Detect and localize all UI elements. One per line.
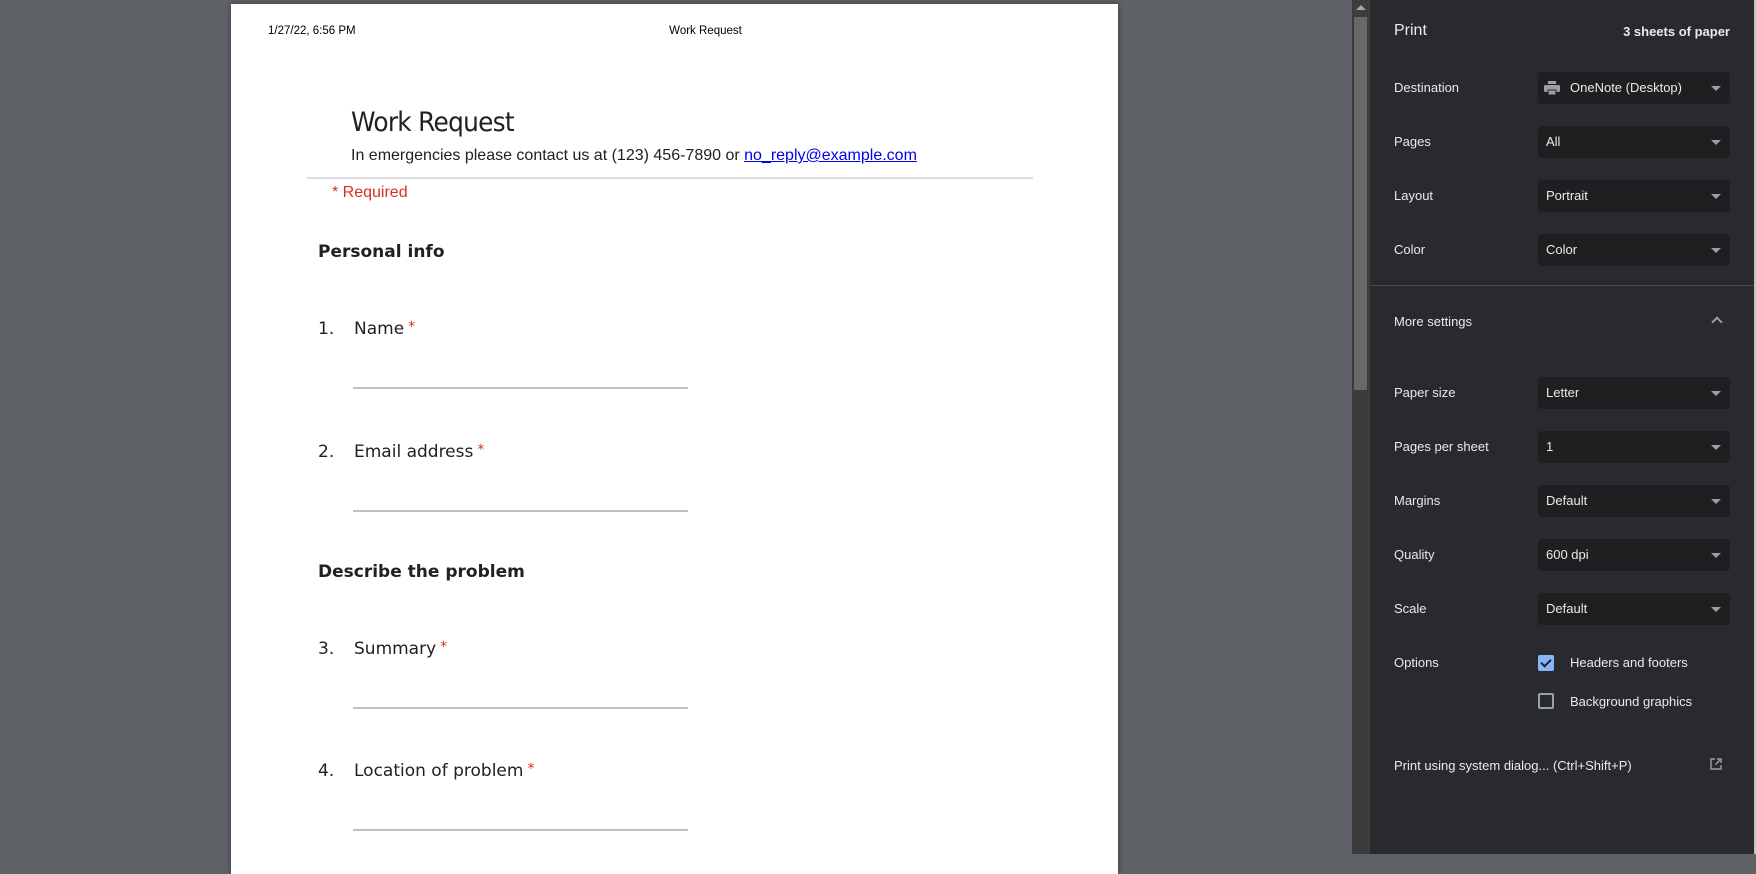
paper-size-value: Letter <box>1546 385 1580 400</box>
question-number: 3. <box>318 639 335 659</box>
required-star: * <box>477 442 485 458</box>
options-label: Options <box>1394 655 1439 670</box>
question-text: Name <box>354 319 405 339</box>
preview-scrollbar[interactable] <box>1352 0 1370 854</box>
quality-label: Quality <box>1394 547 1435 562</box>
contact-email-link[interactable]: no_reply@example.com <box>744 147 917 164</box>
destination-value: OneNote (Desktop) <box>1570 80 1682 95</box>
quality-select[interactable]: 600 dpi <box>1538 539 1730 571</box>
required-star: * <box>408 319 416 335</box>
section-title-personal-info: Personal info <box>318 242 445 262</box>
preview-page: 1/27/22, 6:56 PM Work Request Work Reque… <box>231 4 1118 874</box>
form-description-text: In emergencies please contact us at (123… <box>351 147 745 164</box>
margins-value: Default <box>1546 493 1588 508</box>
printer-icon <box>1544 81 1560 95</box>
system-dialog-link[interactable]: Print using system dialog... (Ctrl+Shift… <box>1394 758 1632 773</box>
question-label-summary: Summary * <box>354 639 447 659</box>
pages-per-sheet-value: 1 <box>1546 439 1554 454</box>
sheet-count: 3 sheets of paper <box>1623 24 1730 39</box>
headers-footers-checkbox[interactable] <box>1538 655 1554 671</box>
question-text: Location of problem <box>354 761 524 781</box>
required-star: * <box>527 761 535 777</box>
pages-per-sheet-label: Pages per sheet <box>1394 439 1489 454</box>
pages-per-sheet-select[interactable]: 1 <box>1538 431 1730 463</box>
destination-label: Destination <box>1394 80 1460 95</box>
background-graphics-checkbox[interactable] <box>1538 693 1554 709</box>
section-divider <box>1370 285 1754 286</box>
dropdown-arrow-icon <box>1711 445 1721 450</box>
question-number: 4. <box>318 761 335 781</box>
pages-value: All <box>1546 134 1561 149</box>
required-note: * Required <box>332 184 408 201</box>
question-number: 2. <box>318 442 335 462</box>
dropdown-arrow-icon <box>1711 391 1721 396</box>
required-star: * <box>440 639 448 655</box>
pages-label: Pages <box>1394 134 1431 149</box>
dropdown-arrow-icon <box>1711 553 1721 558</box>
form-title: Work Request <box>351 107 515 138</box>
dropdown-arrow-icon <box>1711 194 1721 199</box>
answer-line-email <box>353 510 688 512</box>
answer-line-summary <box>353 707 688 709</box>
question-label-location: Location of problem * <box>354 761 534 781</box>
print-settings-panel: Print 3 sheets of paper Destination OneN… <box>1370 0 1754 854</box>
question-label-email: Email address * <box>354 442 484 462</box>
scroll-up-arrow-icon[interactable] <box>1356 5 1366 10</box>
form-header-divider <box>307 177 1033 179</box>
form-description: In emergencies please contact us at (123… <box>351 147 917 165</box>
answer-line-location <box>353 829 688 831</box>
pages-select[interactable]: All <box>1538 126 1730 158</box>
more-settings-toggle[interactable]: More settings <box>1394 314 1472 329</box>
layout-select[interactable]: Portrait <box>1538 180 1730 212</box>
dropdown-arrow-icon <box>1711 140 1721 145</box>
margins-label: Margins <box>1394 493 1441 508</box>
dropdown-arrow-icon <box>1711 248 1721 253</box>
print-title: Print <box>1394 22 1427 39</box>
dropdown-arrow-icon <box>1711 499 1721 504</box>
headers-footers-label[interactable]: Headers and footers <box>1570 655 1688 670</box>
page-header-title: Work Request <box>669 25 742 37</box>
dropdown-arrow-icon <box>1711 86 1721 91</box>
question-text: Email address <box>354 442 474 462</box>
color-select[interactable]: Color <box>1538 234 1730 266</box>
scale-label: Scale <box>1394 601 1427 616</box>
question-number: 1. <box>318 319 335 339</box>
dropdown-arrow-icon <box>1711 607 1721 612</box>
open-external-icon[interactable] <box>1710 758 1722 770</box>
chevron-up-icon[interactable] <box>1711 316 1723 328</box>
quality-value: 600 dpi <box>1546 547 1589 562</box>
layout-label: Layout <box>1394 188 1434 203</box>
scale-select[interactable]: Default <box>1538 593 1730 625</box>
question-text: Summary <box>354 639 437 659</box>
scrollbar-thumb[interactable] <box>1354 17 1367 390</box>
paper-size-label: Paper size <box>1394 385 1456 400</box>
color-label: Color <box>1394 242 1426 257</box>
print-preview-area: 1/27/22, 6:56 PM Work Request Work Reque… <box>0 0 1352 874</box>
answer-line-name <box>353 387 688 389</box>
destination-select[interactable]: OneNote (Desktop) <box>1538 72 1730 104</box>
color-value: Color <box>1546 242 1578 257</box>
scale-value: Default <box>1546 601 1588 616</box>
layout-value: Portrait <box>1546 188 1588 203</box>
section-title-describe-problem: Describe the problem <box>318 562 525 582</box>
question-label-name: Name * <box>354 319 415 339</box>
paper-size-select[interactable]: Letter <box>1538 377 1730 409</box>
margins-select[interactable]: Default <box>1538 485 1730 517</box>
background-graphics-label[interactable]: Background graphics <box>1570 694 1692 709</box>
